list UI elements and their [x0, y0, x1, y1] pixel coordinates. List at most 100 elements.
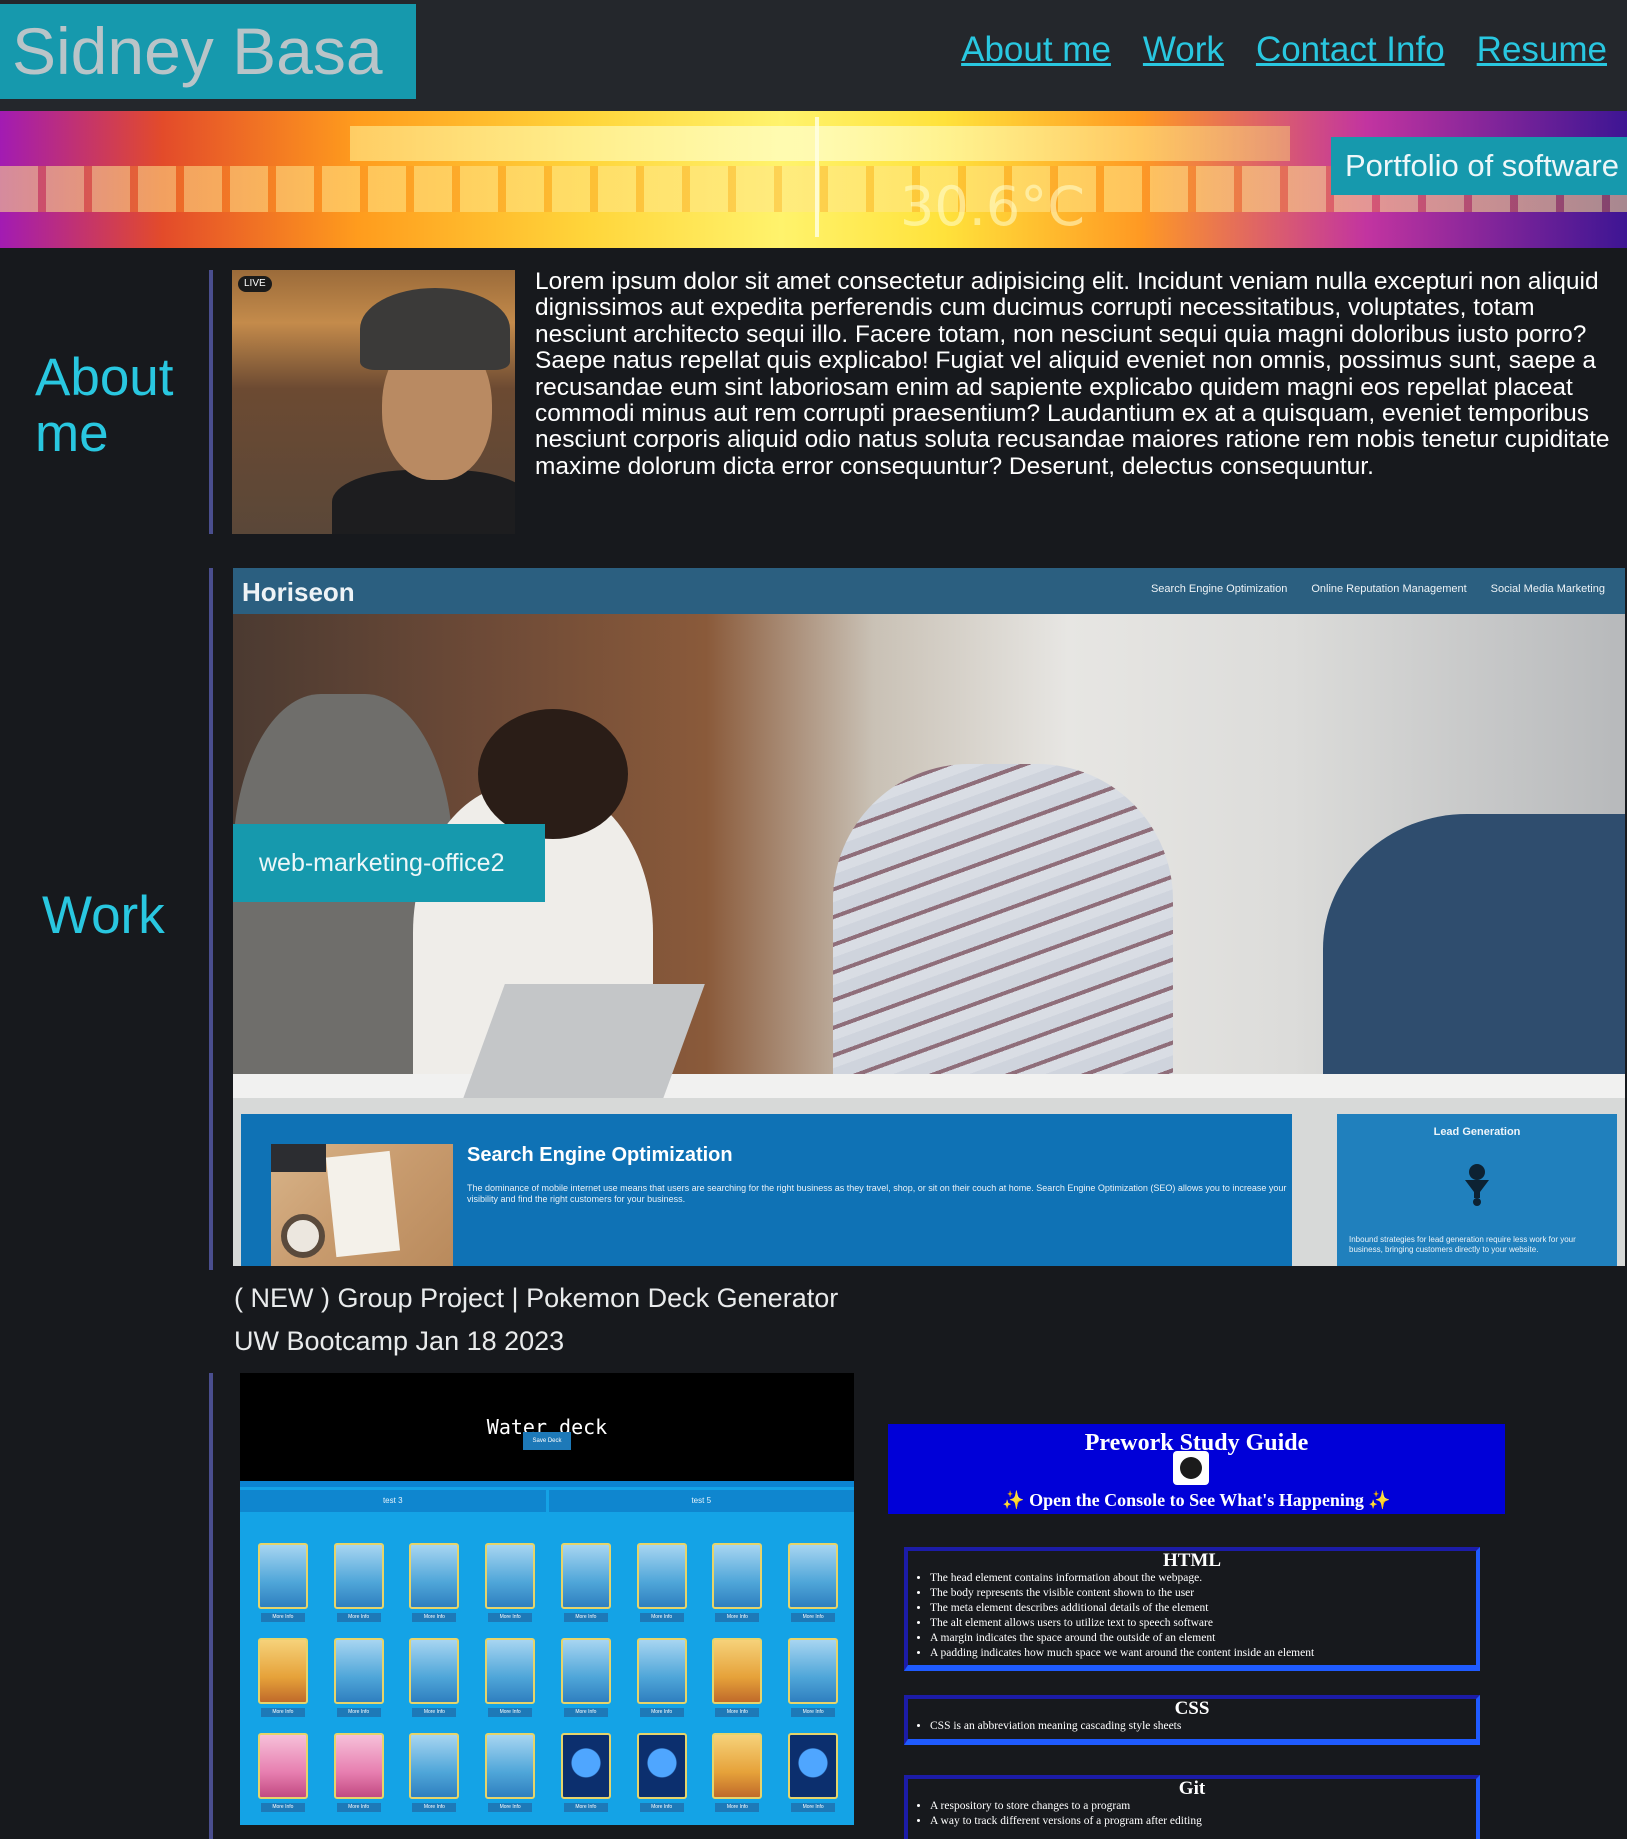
pokemon-card-art [636, 1543, 687, 1609]
more-info-button[interactable]: More Info [791, 1803, 836, 1812]
deck-tab[interactable]: test 5 [548, 1490, 854, 1512]
more-info-button[interactable]: More Info [715, 1803, 760, 1812]
project-title: ( NEW ) Group Project | Pokemon Deck Gen… [234, 1283, 839, 1313]
list-item: A padding indicates how much space we wa… [930, 1646, 1476, 1661]
seo-card-image [271, 1144, 453, 1266]
pokemon-card: More Info [485, 1543, 536, 1623]
study-guide-git-section: Git A respository to store changes to a … [904, 1775, 1480, 1839]
photo-table [233, 1074, 1625, 1098]
pokemon-card: More Info [485, 1638, 536, 1718]
nav-link-about-me[interactable]: About me [961, 30, 1111, 70]
seo-card-title: Search Engine Optimization [467, 1144, 733, 1166]
deck-tabs: test 3 test 5 [240, 1490, 854, 1512]
more-info-button[interactable]: More Info [336, 1708, 381, 1717]
seo-image-cup [281, 1214, 325, 1258]
horiseon-nav-links: Search Engine Optimization Online Reputa… [1151, 583, 1605, 595]
pokemon-card: More Info [257, 1638, 308, 1718]
pokemon-card: More Info [333, 1733, 384, 1813]
lead-funnel-icon [1465, 1164, 1489, 1206]
pokemon-card: More Info [788, 1543, 839, 1623]
deck-tab[interactable]: test 3 [240, 1490, 546, 1512]
pokemon-card: More Info [560, 1543, 611, 1623]
pokemon-card: More Info [333, 1543, 384, 1623]
seo-image-paper [325, 1150, 401, 1258]
list-item: The alt element allows users to utilize … [930, 1616, 1476, 1631]
about-divider [209, 270, 213, 534]
more-info-button[interactable]: More Info [260, 1613, 305, 1622]
more-info-button[interactable]: More Info [639, 1708, 684, 1717]
section-heading-git: Git [1178, 1778, 1206, 1799]
more-info-button[interactable]: More Info [639, 1803, 684, 1812]
hero-laptop-screen [350, 126, 1290, 161]
more-info-button[interactable]: More Info [336, 1613, 381, 1622]
study-guide-screenshot[interactable]: Prework Study Guide ✨ Open the Console t… [888, 1424, 1505, 1839]
lead-card-text: Inbound strategies for lead generation r… [1349, 1235, 1576, 1254]
seo-image-keyboard [271, 1144, 326, 1172]
pokemon-deck-screenshot[interactable]: Water deck Save Deck test 3 test 5 More … [240, 1373, 854, 1825]
study-guide-header: Prework Study Guide ✨ Open the Console t… [888, 1424, 1505, 1514]
seo-card-text: The dominance of mobile internet use mea… [467, 1183, 1287, 1204]
photo-person-3 [833, 764, 1173, 1098]
site-title: Sidney Basa [0, 4, 416, 99]
pokemon-card: More Info [636, 1543, 687, 1623]
more-info-button[interactable]: More Info [563, 1613, 608, 1622]
pokemon-card: More Info [257, 1543, 308, 1623]
pokemon-card-art [712, 1543, 763, 1609]
more-info-button[interactable]: More Info [563, 1708, 608, 1717]
more-info-button[interactable]: More Info [791, 1613, 836, 1622]
pokemon-card: More Info [560, 1733, 611, 1813]
more-info-button[interactable]: More Info [260, 1708, 305, 1717]
nav-link-resume[interactable]: Resume [1477, 30, 1607, 70]
save-deck-button[interactable]: Save Deck [523, 1432, 571, 1450]
pokemon-card-art [712, 1638, 763, 1704]
horiseon-link-smm: Social Media Marketing [1490, 583, 1605, 595]
pokemon-card-art [560, 1543, 611, 1609]
more-info-button[interactable]: More Info [488, 1613, 533, 1622]
more-info-button[interactable]: More Info [715, 1708, 760, 1717]
pokemon-card-art [712, 1733, 763, 1799]
pokemon-card: More Info [257, 1733, 308, 1813]
pokemon-card-art [788, 1733, 839, 1799]
more-info-button[interactable]: More Info [336, 1803, 381, 1812]
more-info-button[interactable]: More Info [412, 1613, 457, 1622]
photo-shirt [332, 470, 515, 534]
hero-temperature-reading: 30.6°C [900, 175, 1085, 238]
photo-laptop [461, 984, 705, 1098]
horiseon-project-screenshot[interactable]: Horiseon Search Engine Optimization Onli… [233, 568, 1625, 1266]
pokemon-card: More Info [712, 1543, 763, 1623]
pokemon-card: More Info [409, 1733, 460, 1813]
pokemon-card-art [636, 1638, 687, 1704]
list-item: A respository to store changes to a prog… [930, 1799, 1476, 1814]
nav-link-contact-info[interactable]: Contact Info [1256, 30, 1445, 70]
more-info-button[interactable]: More Info [260, 1803, 305, 1812]
project-subtitle: UW Bootcamp Jan 18 2023 [234, 1326, 565, 1356]
live-badge: LIVE [238, 276, 272, 292]
more-info-button[interactable]: More Info [791, 1708, 836, 1717]
lead-card-title: Lead Generation [1433, 1126, 1521, 1138]
github-icon [1173, 1451, 1209, 1485]
more-info-button[interactable]: More Info [715, 1613, 760, 1622]
more-info-button[interactable]: More Info [563, 1803, 608, 1812]
pokemon-card-art [257, 1543, 308, 1609]
card-grid: More Info More Info More Info More Info More… [245, 1543, 851, 1813]
project-divider [209, 1373, 213, 1839]
list-item: The meta element describes additional de… [930, 1601, 1476, 1616]
pokemon-card: More Info [409, 1543, 460, 1623]
deck-stripe [240, 1481, 854, 1487]
horiseon-link-seo: Search Engine Optimization [1150, 583, 1288, 595]
pokemon-card: More Info [333, 1638, 384, 1718]
pokemon-card: More Info [485, 1733, 536, 1813]
more-info-button[interactable]: More Info [412, 1708, 457, 1717]
list-item: CSS is an abbreviation meaning cascading… [930, 1719, 1476, 1734]
pokemon-card-art [409, 1638, 460, 1704]
pokemon-card-art [409, 1733, 460, 1799]
list-item: The body represents the visible content … [930, 1586, 1476, 1601]
nav-link-work[interactable]: Work [1143, 30, 1224, 70]
more-info-button[interactable]: More Info [488, 1803, 533, 1812]
pokemon-card-art [333, 1543, 384, 1609]
study-guide-console-note: ✨ Open the Console to See What's Happeni… [1002, 1490, 1391, 1510]
more-info-button[interactable]: More Info [488, 1708, 533, 1717]
more-info-button[interactable]: More Info [412, 1803, 457, 1812]
horiseon-hero-photo: web-marketing-office2 [233, 614, 1625, 1098]
more-info-button[interactable]: More Info [639, 1613, 684, 1622]
